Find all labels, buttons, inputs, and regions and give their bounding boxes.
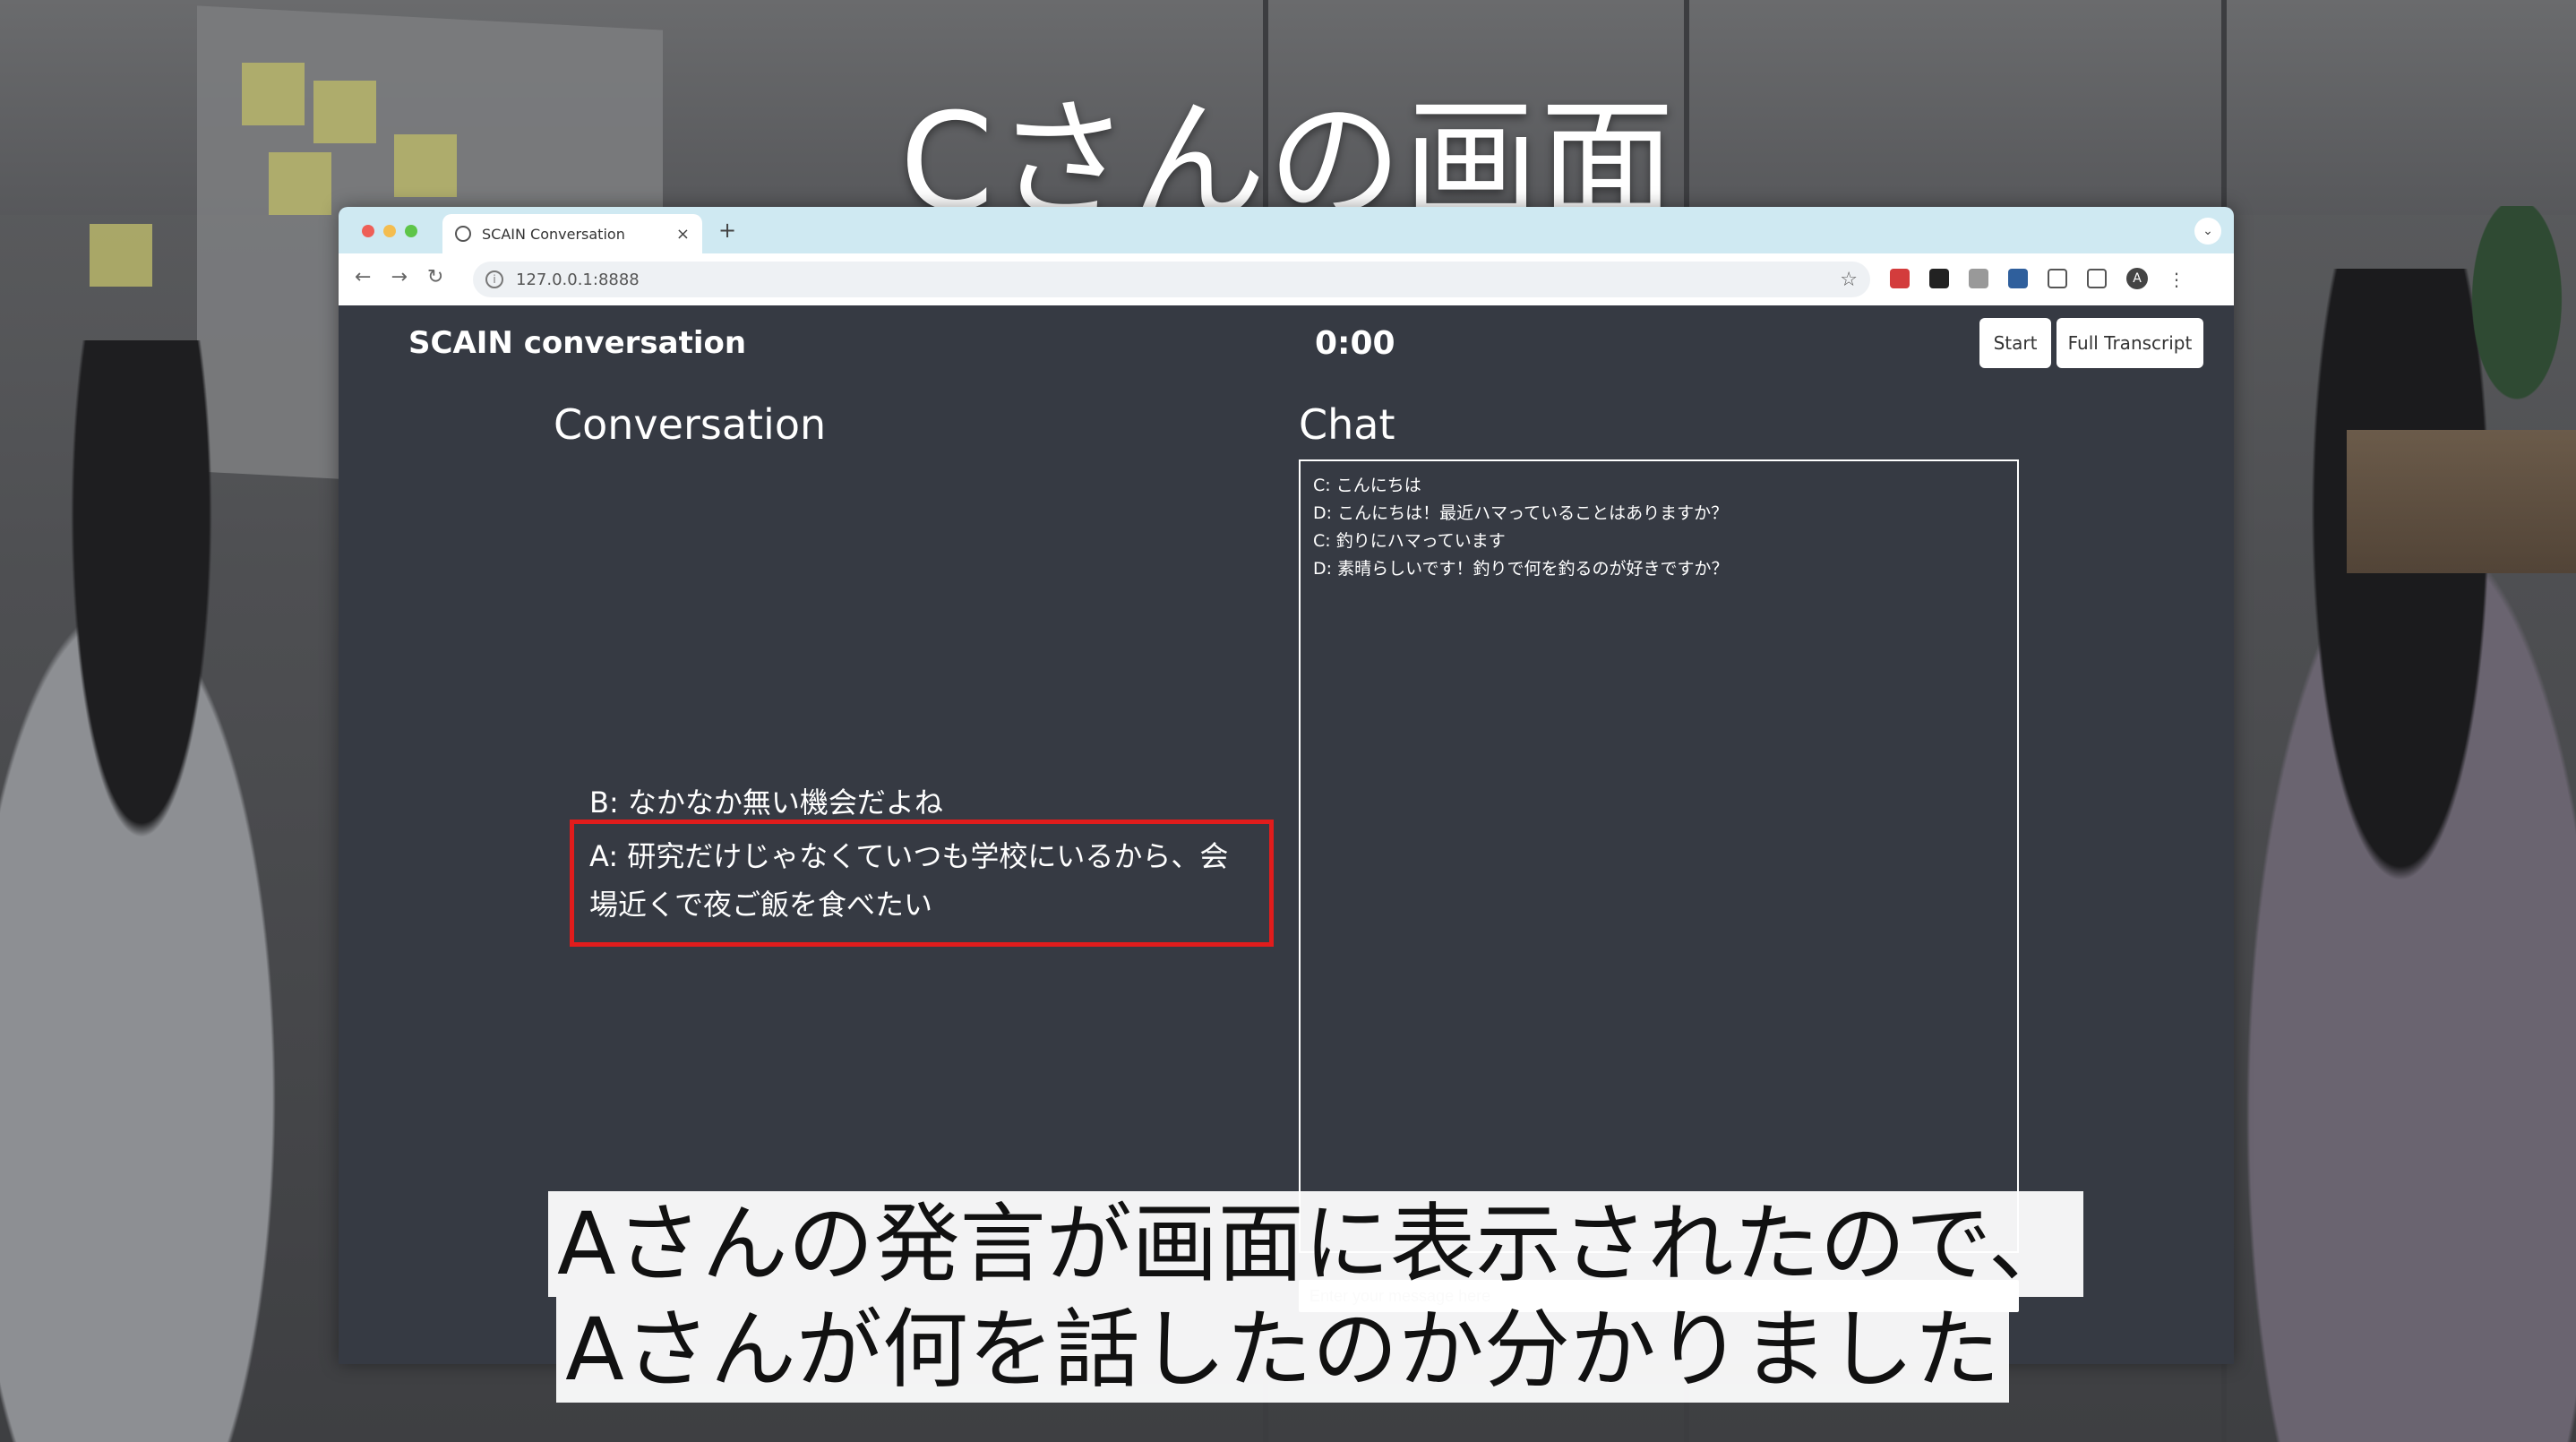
tab-scain-conversation[interactable]: SCAIN Conversation ×	[442, 214, 702, 253]
reload-icon[interactable]: ↻	[427, 266, 443, 288]
url-text: 127.0.0.1:8888	[516, 270, 640, 289]
minimize-window-button[interactable]	[383, 225, 396, 237]
chat-log: C: こんにちは D: こんにちは！最近ハマっていることはありますか？ C: 釣…	[1299, 459, 2019, 1253]
forward-arrow-icon[interactable]: →	[391, 266, 407, 288]
subtitle-line-1: Aさんの発言が画面に表示されたので、	[548, 1191, 2083, 1297]
conversation-heading: Conversation	[554, 400, 827, 449]
chat-message: C: こんにちは	[1313, 476, 1421, 495]
new-tab-button[interactable]: +	[718, 218, 736, 243]
tab-title: SCAIN Conversation	[482, 225, 625, 243]
highlight-box	[570, 820, 1274, 947]
subtitle-line-2: Aさんが何を話したのか分かりました	[556, 1297, 2009, 1403]
chat-message: D: 素晴らしいです！釣りで何を釣るのが好きですか？	[1313, 559, 1729, 579]
browser-toolbar: ← → ↻ i 127.0.0.1:8888 ☆ A ⋮	[339, 253, 2234, 305]
chat-heading: Chat	[1299, 400, 1395, 449]
maximize-window-button[interactable]	[405, 225, 417, 237]
globe-icon	[455, 226, 471, 242]
back-arrow-icon[interactable]: ←	[355, 266, 371, 288]
app-title: SCAIN conversation	[408, 325, 747, 361]
close-window-button[interactable]	[362, 225, 374, 237]
site-info-icon[interactable]: i	[485, 270, 503, 288]
puzzle-extensions-icon[interactable]	[2048, 269, 2067, 288]
profile-avatar[interactable]: A	[2126, 268, 2148, 289]
conversation-timer: 0:00	[1315, 325, 1395, 362]
bookmark-extension-icon[interactable]	[1929, 269, 1949, 288]
side-panel-icon[interactable]	[2087, 269, 2107, 288]
start-button[interactable]: Start	[1979, 318, 2051, 368]
extension-icons: A ⋮	[1890, 268, 2187, 290]
window-controls	[362, 225, 417, 237]
screenshot-extension-icon[interactable]	[1969, 269, 1988, 288]
navigation-buttons: ← → ↻	[355, 266, 443, 288]
browser-menu-icon[interactable]: ⋮	[2168, 269, 2187, 290]
full-transcript-button[interactable]: Full Transcript	[2057, 318, 2203, 368]
chat-message: D: こんにちは！最近ハマっていることはありますか？	[1313, 503, 1729, 523]
video-subtitle: Aさんの発言が画面に表示されたので、 Aさんが何を話したのか分かりました	[548, 1191, 2083, 1403]
blue-extension-icon[interactable]	[2008, 269, 2028, 288]
address-bar[interactable]: i 127.0.0.1:8888 ☆	[473, 262, 1870, 297]
tab-search-icon[interactable]: ⌄	[2194, 218, 2221, 245]
chat-message: C: 釣りにハマっています	[1313, 531, 1506, 551]
video-extension-icon[interactable]	[1890, 269, 1910, 288]
tab-bar: SCAIN Conversation × + ⌄	[339, 207, 2234, 253]
bookmark-star-icon[interactable]: ☆	[1840, 269, 1858, 291]
tab-close-icon[interactable]: ×	[676, 225, 690, 244]
